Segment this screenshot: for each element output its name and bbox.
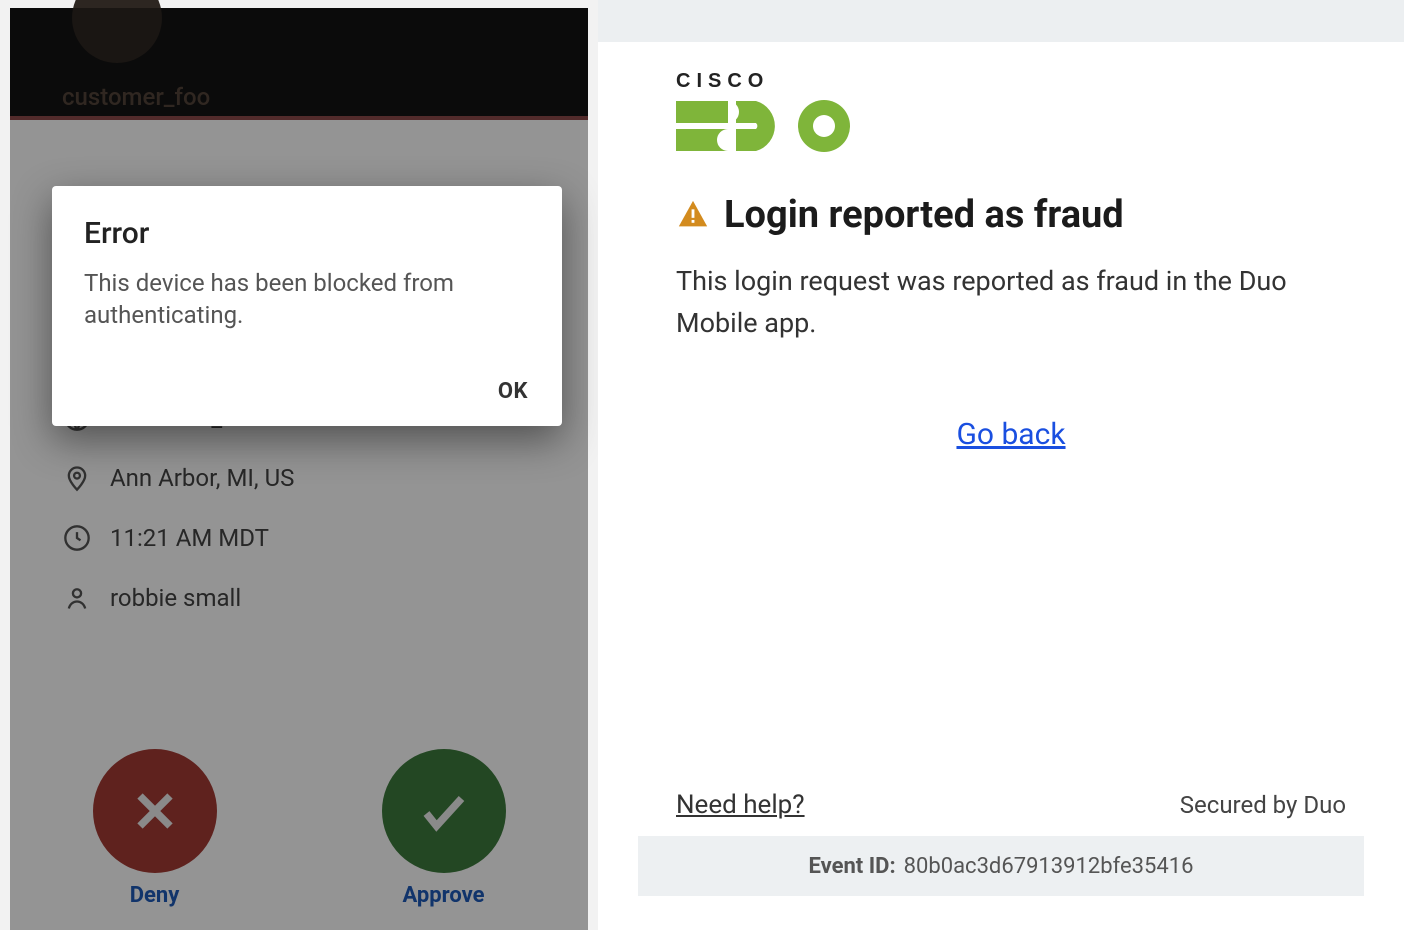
go-back-link[interactable]: Go back [956, 417, 1065, 452]
error-dialog: Error This device has been blocked from … [52, 186, 562, 426]
browser-chrome-strip [598, 0, 1404, 42]
duo-mobile-inner: customer_foo customer_foo Ann Arbor, MI,… [10, 8, 588, 930]
prompt-body: CISCO [638, 42, 1364, 452]
dialog-ok-button[interactable]: OK [498, 379, 528, 404]
duo-mobile-screen: customer_foo customer_foo Ann Arbor, MI,… [0, 0, 598, 930]
event-id-value: 80b0ac3d67913912bfe35416 [904, 854, 1194, 879]
event-id-bar: Event ID: 80b0ac3d67913912bfe35416 [638, 836, 1364, 896]
duo-web-prompt: CISCO [598, 0, 1404, 930]
event-id-label: Event ID: [808, 854, 895, 879]
screenshot-pair: customer_foo customer_foo Ann Arbor, MI,… [0, 0, 1404, 930]
warning-icon [676, 198, 710, 232]
dialog-title: Error [84, 216, 530, 251]
duo-logo [676, 99, 1346, 157]
dialog-message: This device has been blocked from authen… [84, 267, 530, 332]
page-description: This login request was reported as fraud… [676, 261, 1336, 345]
need-help-link[interactable]: Need help? [676, 790, 805, 820]
secured-by-duo: Secured by Duo [1180, 791, 1346, 819]
page-title: Login reported as fraud [724, 193, 1124, 237]
prompt-footer: Need help? Secured by Duo [676, 790, 1346, 820]
title-row: Login reported as fraud [676, 193, 1346, 237]
modal-scrim [10, 8, 588, 930]
cisco-wordmark: CISCO [676, 70, 1346, 93]
go-back-wrap: Go back [676, 417, 1346, 452]
